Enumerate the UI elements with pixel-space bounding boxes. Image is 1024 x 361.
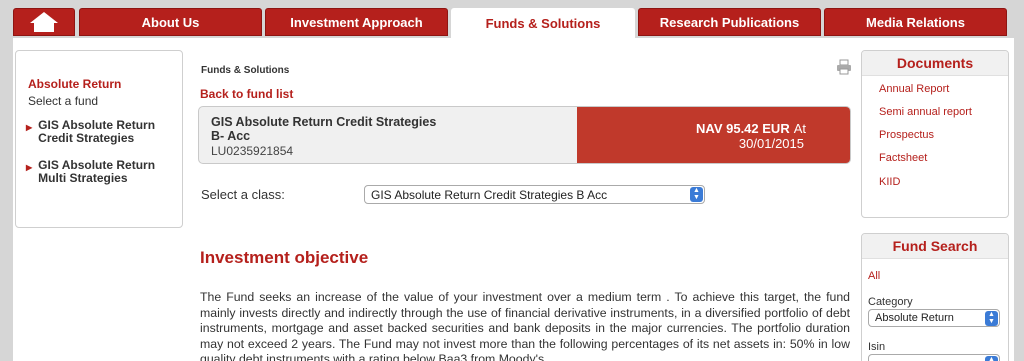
fund-selector-sidebar: Absolute Return Select a fund ▶ GIS Abso… [15,50,183,228]
home-icon [29,11,59,33]
sidebar-fund-credit-strategies[interactable]: ▶ GIS Absolute Return Credit Strategies [26,119,155,145]
fund-link-line2: Multi Strategies [38,171,128,185]
sidebar-fund-multi-strategies[interactable]: ▶ GIS Absolute Return Multi Strategies [26,159,155,185]
nav-at-label: At [793,121,806,136]
fund-link-line1: GIS Absolute Return [38,158,156,172]
back-to-fund-list-link[interactable]: Back to fund list [200,87,293,101]
category-select[interactable]: Absolute Return ▲ ▼ [868,309,1000,327]
fund-isin: LU0235921854 [211,144,294,158]
category-select-value: Absolute Return [875,312,954,324]
isin-select[interactable]: ▲▼ [868,354,1000,361]
nav-label: NAV 95.42 EUR [696,121,790,136]
fund-name: GIS Absolute Return Credit Strategies B-… [211,115,511,143]
class-select[interactable]: GIS Absolute Return Credit Strategies B … [364,185,705,204]
documents-box: Documents Annual Report Semi annual repo… [861,50,1009,218]
nav-date: 30/01/2015 [738,136,804,151]
fund-link-line2: Credit Strategies [38,131,135,145]
fund-name-line2: B- Acc [211,129,251,143]
fund-link-line1: GIS Absolute Return [38,118,156,132]
top-navigation: About Us Investment Approach Funds & Sol… [0,0,1024,42]
tab-media-relations[interactable]: Media Relations [824,8,1007,36]
isin-label: Isin [868,341,886,353]
select-stepper-icon: ▲▼ [690,187,703,202]
fund-summary-card: GIS Absolute Return Credit Strategies B-… [198,106,851,164]
fund-search-box: Fund Search All Category Absolute Return… [861,233,1009,361]
select-stepper-icon: ▲▼ [985,311,998,326]
home-tab[interactable] [13,8,75,36]
doc-link-factsheet[interactable]: Factsheet [879,152,927,164]
doc-link-annual-report[interactable]: Annual Report [879,83,949,95]
class-label: Select a class: [201,187,285,202]
doc-link-prospectus[interactable]: Prospectus [879,129,934,141]
fund-search-title: Fund Search [862,234,1008,259]
doc-link-semi-annual-report[interactable]: Semi annual report [879,106,972,118]
sidebar-heading: Absolute Return [28,77,122,91]
documents-title: Documents [862,51,1008,76]
breadcrumb: Funds & Solutions [201,65,290,76]
objective-title: Investment objective [200,248,369,267]
tab-funds-solutions[interactable]: Funds & Solutions [451,8,635,38]
tab-about-us[interactable]: About Us [79,8,262,36]
chevron-right-icon: ▶ [26,123,33,132]
nav-value: NAV 95.42 EUR At [696,121,806,136]
fund-name-line1: GIS Absolute Return Credit Strategies [211,115,437,129]
category-label: Category [868,296,913,308]
fund-search-all-link[interactable]: All [868,270,880,282]
objective-text: The Fund seeks an increase of the value … [200,290,850,361]
printer-icon[interactable] [836,59,852,75]
doc-link-kiid[interactable]: KIID [879,176,900,188]
tab-research-publications[interactable]: Research Publications [638,8,821,36]
class-select-value: GIS Absolute Return Credit Strategies B … [371,188,608,202]
tab-investment-approach[interactable]: Investment Approach [265,8,448,36]
sidebar-subheading: Select a fund [28,94,99,108]
chevron-right-icon: ▶ [26,163,33,172]
select-stepper-icon: ▲▼ [985,356,998,361]
nav-panel: NAV 95.42 EUR At 30/01/2015 [577,107,850,163]
